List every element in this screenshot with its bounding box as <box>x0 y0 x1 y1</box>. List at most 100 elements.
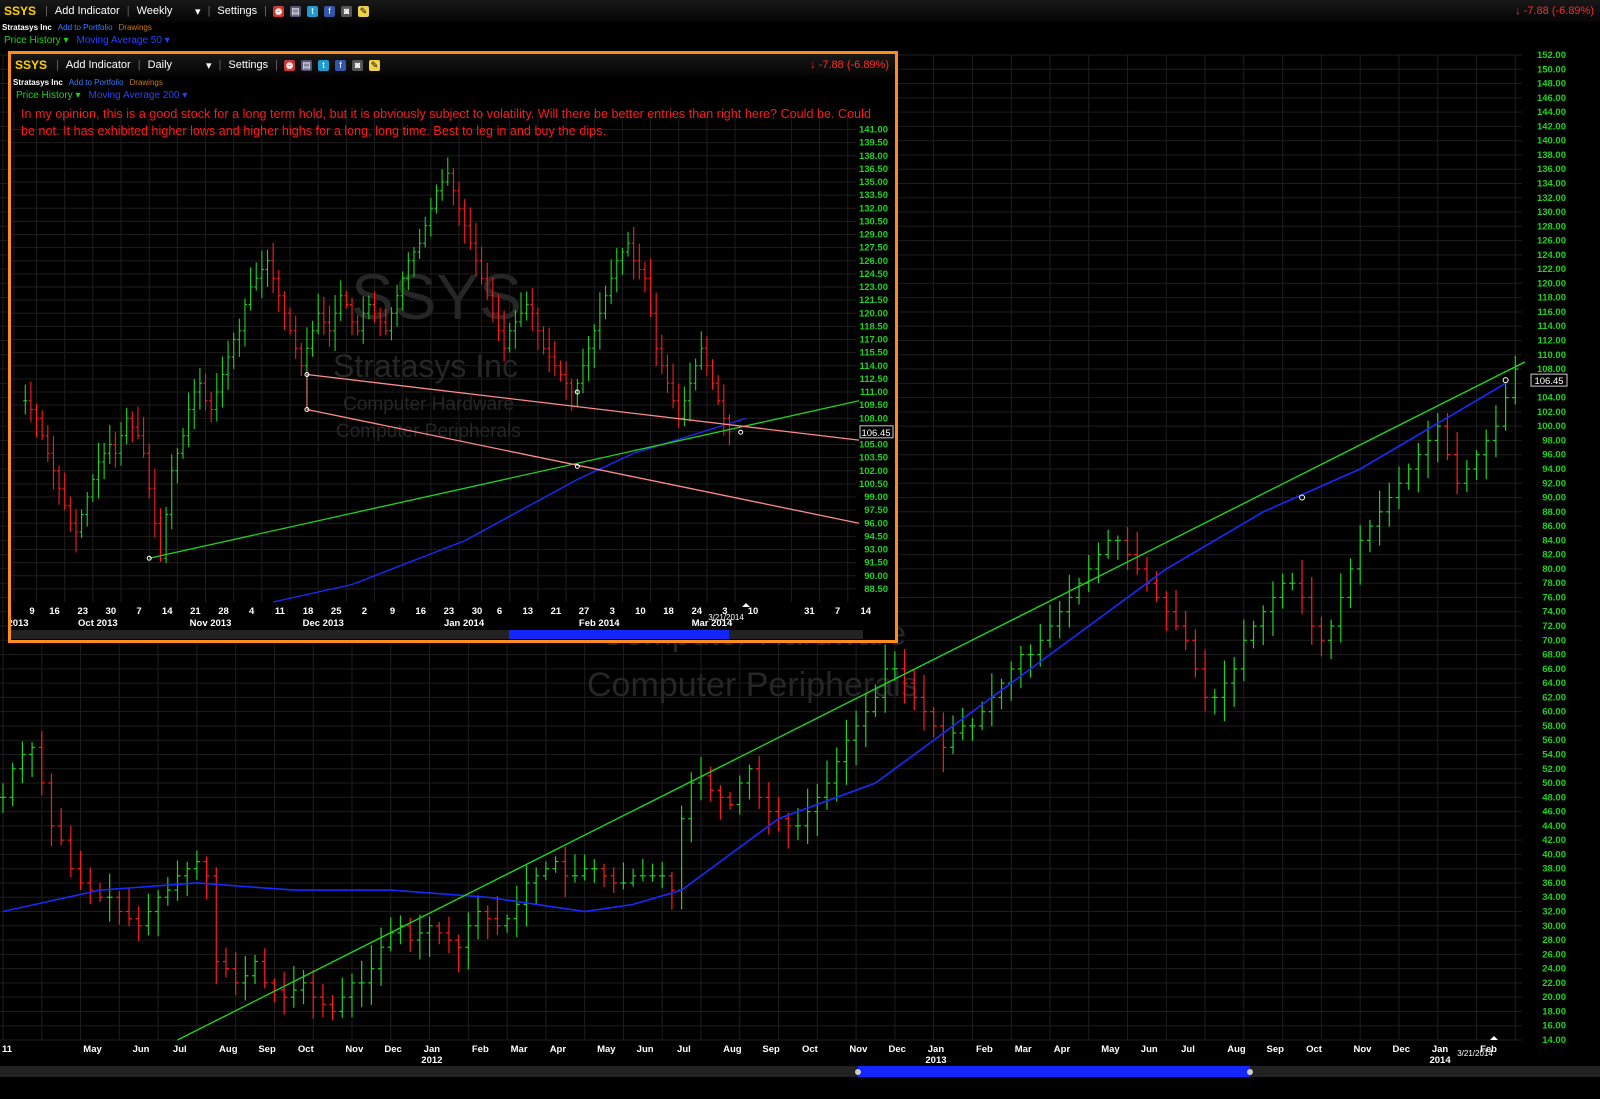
daily-bar <box>428 197 433 237</box>
weekly-bar <box>348 973 355 1018</box>
x-tick-label: Oct <box>1306 1044 1323 1055</box>
daily-bar <box>113 432 118 468</box>
y-tick-label: 62.00 <box>1542 692 1566 703</box>
weekly-bar <box>969 718 976 741</box>
weekly-bar <box>1386 482 1393 527</box>
daily-bar <box>552 341 557 377</box>
inset-x-month-label: Jan 2014 <box>444 618 485 629</box>
daily-bar <box>34 403 39 438</box>
daily-bar <box>192 378 197 430</box>
weekly-bar <box>1211 688 1218 715</box>
x-tick-label: Nov <box>345 1044 364 1055</box>
y-tick-label: 60.00 <box>1542 707 1566 718</box>
daily-bar <box>716 375 721 405</box>
weekly-bar <box>678 805 685 910</box>
daily-bar <box>693 358 698 391</box>
weekly-bar <box>252 955 259 985</box>
weekly-bar <box>1066 574 1073 628</box>
weekly-bar <box>649 863 656 882</box>
y-tick-label: 42.00 <box>1542 835 1566 846</box>
last-price-tag: 106.45 <box>1534 376 1563 387</box>
daily-bar <box>259 250 264 299</box>
daily-bar <box>73 509 78 553</box>
inset-y-tick-label: 105.00 <box>859 440 888 451</box>
inset-scroller-thumb <box>509 630 729 639</box>
x-tick-label: Apr <box>550 1044 567 1055</box>
weekly-bar <box>833 747 840 802</box>
weekly-bar <box>145 893 152 936</box>
weekly-bar <box>77 850 84 890</box>
daily-bar <box>710 359 715 390</box>
weekly-bar <box>533 867 540 905</box>
inset-y-tick-label: 132.00 <box>859 203 888 214</box>
inset-date-marker-arrow <box>742 603 750 607</box>
inset-daily-chart: SSYS | Add Indicator | Daily ▾ | Settings… <box>8 51 898 643</box>
daily-chart[interactable]: SSYS Stratasys Inc Computer Hardware Comput… <box>11 54 895 640</box>
inset-last-price-tag: 106.45 <box>861 428 890 439</box>
weekly-bar <box>1318 616 1325 657</box>
y-tick-label: 54.00 <box>1542 749 1566 760</box>
weekly-bar <box>1308 576 1315 645</box>
daily-bar <box>40 410 45 441</box>
daily-bar <box>535 307 540 351</box>
inset-y-tick-label: 114.00 <box>859 361 888 372</box>
y-tick-label: 142.00 <box>1537 121 1566 132</box>
daily-bar <box>135 406 140 440</box>
inset-scroller-track <box>11 630 863 639</box>
y-tick-label: 38.00 <box>1542 864 1566 875</box>
inset-x-tick-label: 14 <box>162 606 173 617</box>
x-tick-label: Aug <box>219 1044 238 1055</box>
y-tick-label: 58.00 <box>1542 721 1566 732</box>
y-tick-label: 64.00 <box>1542 678 1566 689</box>
x-tick-label: Nov <box>1354 1044 1373 1055</box>
y-tick-label: 84.00 <box>1542 535 1566 546</box>
daily-bar <box>676 383 681 429</box>
weekly-bar <box>1366 519 1373 553</box>
inset-x-month-label: 2013 <box>11 618 29 629</box>
daily-bar <box>152 468 157 538</box>
inset-x-tick-label: 11 <box>275 606 286 617</box>
daily-bar <box>597 292 602 350</box>
y-tick-label: 136.00 <box>1537 164 1566 175</box>
time-scroller-handle <box>1247 1069 1253 1075</box>
date-marker: 3/21/2014 <box>1457 1049 1493 1058</box>
inset-x-tick-label: 13 <box>522 606 533 617</box>
y-tick-label: 150.00 <box>1537 64 1566 75</box>
weekly-bar <box>126 887 133 927</box>
daily-bar <box>530 288 535 331</box>
weekly-bar <box>1444 413 1451 461</box>
y-tick-label: 96.00 <box>1542 450 1566 461</box>
daily-bar <box>90 474 95 503</box>
weekly-bar <box>465 912 472 970</box>
y-tick-label: 114.00 <box>1537 321 1566 332</box>
weekly-bar <box>164 876 171 906</box>
weekly-bar <box>184 861 191 896</box>
inset-y-tick-label: 136.50 <box>859 164 888 175</box>
inset-x-tick-label: 16 <box>49 606 60 617</box>
weekly-bar <box>843 719 850 785</box>
weekly-bar <box>542 861 549 881</box>
y-tick-label: 70.00 <box>1542 635 1566 646</box>
y-tick-label: 26.00 <box>1542 949 1566 960</box>
inset-y-tick-label: 118.50 <box>859 321 888 332</box>
y-tick-label: 44.00 <box>1542 821 1566 832</box>
weekly-bar <box>1192 629 1199 678</box>
weekly-bar <box>222 947 229 978</box>
y-tick-label: 116.00 <box>1537 307 1566 318</box>
y-tick-label: 88.00 <box>1542 507 1566 518</box>
daily-bar <box>119 422 124 466</box>
x-tick-label: Apr <box>1054 1044 1071 1055</box>
weekly-bar <box>853 710 860 765</box>
weekly-bar <box>639 858 646 882</box>
weekly-bar <box>1231 657 1238 707</box>
weekly-bar <box>1027 644 1034 678</box>
inset-watermark-ticker: SSYS <box>351 261 522 333</box>
x-tick-label: Sep <box>258 1044 276 1055</box>
daily-bar <box>175 447 180 484</box>
inset-y-tick-label: 96.00 <box>864 518 888 529</box>
y-tick-label: 128.00 <box>1537 221 1566 232</box>
x-tick-label: Oct <box>802 1044 819 1055</box>
x-tick-label: May <box>1101 1044 1120 1055</box>
weekly-bar <box>96 882 103 902</box>
x-tick-label: Oct <box>298 1044 315 1055</box>
